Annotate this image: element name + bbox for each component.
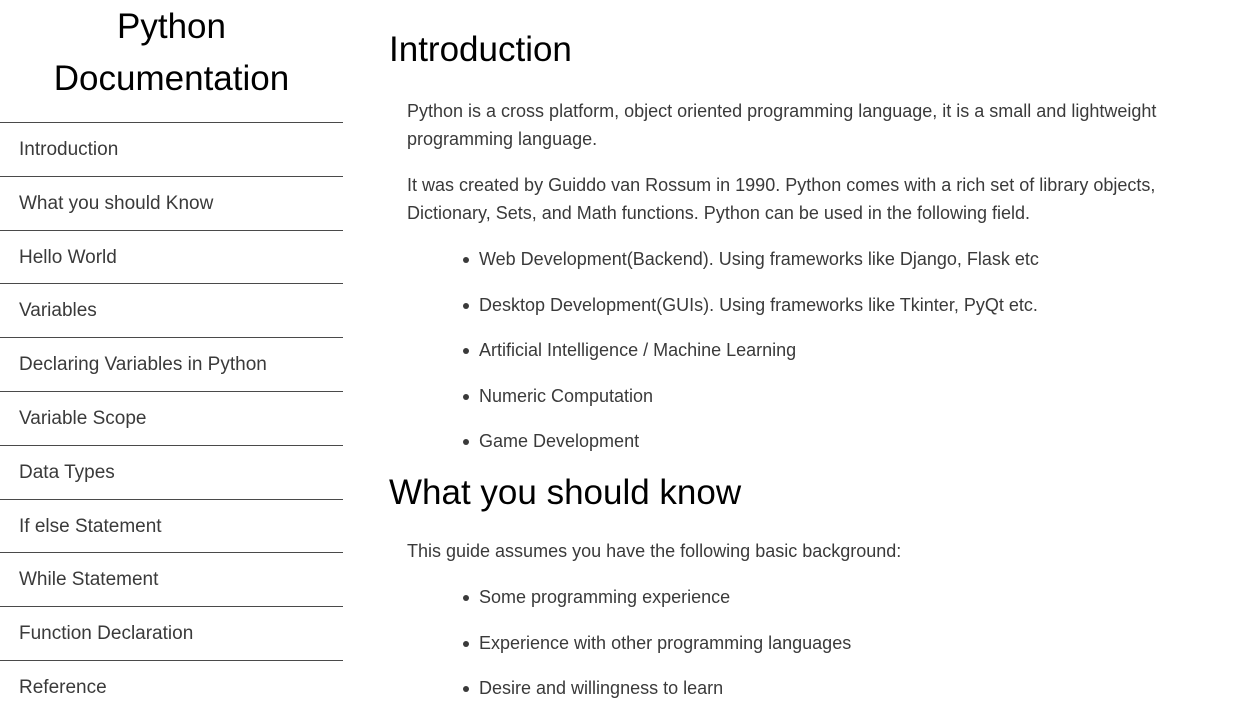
navbar-title-line-2: Documentation [53, 59, 290, 98]
list-item: Desktop Development(GUIs). Using framewo… [463, 291, 1229, 319]
section-what-you-should-know: What you should know This guide assumes … [389, 473, 1229, 702]
list-item: Game Development [463, 427, 1229, 455]
navbar-header: Python Documentation [0, 0, 343, 123]
nav-link-function-declaration[interactable]: Function Declaration [0, 607, 343, 661]
section-title-what-you-should-know: What you should know [389, 472, 742, 512]
list-item: Experience with other programming langua… [463, 629, 1229, 657]
nav-link-variables[interactable]: Variables [0, 284, 343, 339]
intro-paragraph-1: Python is a cross platform, object orien… [407, 101, 1157, 149]
nav-link-introduction[interactable]: Introduction [0, 123, 343, 177]
nav-link-what-you-should-know[interactable]: What you should Know [0, 177, 343, 231]
nav-link-reference[interactable]: Reference [0, 661, 343, 705]
list-item: Some programming experience [463, 583, 1229, 611]
intro-fields-list: Web Development(Backend). Using framewor… [389, 245, 1229, 455]
list-item: Web Development(Backend). Using framewor… [463, 245, 1229, 273]
list-item: Desire and willingness to learn [463, 674, 1229, 702]
navbar: Python Documentation Introduction What y… [0, 0, 343, 705]
navbar-title-line-1: Python [117, 7, 226, 46]
nav-link-data-types[interactable]: Data Types [0, 446, 343, 500]
wysk-list: Some programming experience Experience w… [389, 583, 1229, 702]
intro-paragraph-2: It was created by Guiddo van Rossum in 1… [407, 175, 1156, 223]
nav-link-variable-scope[interactable]: Variable Scope [0, 392, 343, 446]
nav-link-declaring-variables[interactable]: Declaring Variables in Python [0, 338, 343, 392]
nav-link-hello-world[interactable]: Hello World [0, 231, 343, 285]
wysk-paragraph-1: This guide assumes you have the followin… [407, 540, 902, 561]
nav-link-if-else-statement[interactable]: If else Statement [0, 500, 343, 554]
nav-link-while-statement[interactable]: While Statement [0, 553, 343, 608]
main-doc: Introduction Python is a cross platform,… [389, 0, 1229, 705]
list-item: Numeric Computation [463, 382, 1229, 410]
list-item: Artificial Intelligence / Machine Learni… [463, 336, 1229, 364]
section-introduction: Introduction Python is a cross platform,… [389, 30, 1229, 455]
section-title-introduction: Introduction [389, 30, 572, 69]
